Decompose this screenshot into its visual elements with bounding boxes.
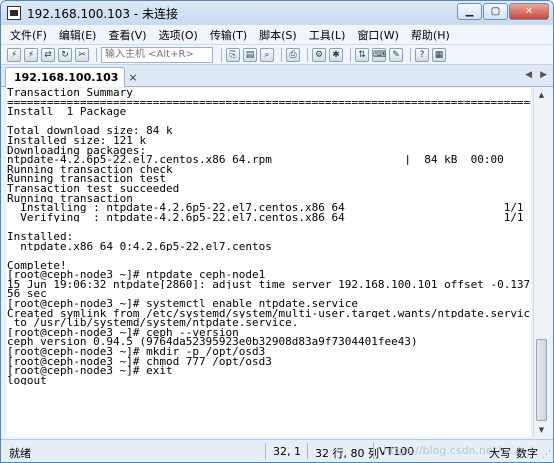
terminal-line: Transaction Summary xyxy=(7,88,133,98)
terminal-line: Install 1 Package xyxy=(7,107,127,117)
extra-icon[interactable]: ▦ xyxy=(432,47,446,62)
disconnect-icon[interactable]: ✂ xyxy=(75,47,89,62)
session-options-icon[interactable]: ⚙ xyxy=(312,47,326,62)
tab-bar: 192.168.100.103 × ◀ ▶ xyxy=(1,65,553,87)
resize-grip-icon[interactable]: ⋰ xyxy=(542,450,551,460)
paste-icon[interactable]: ▤ xyxy=(243,47,257,62)
terminal-line: [root@ceph-node3 ~]# exit xyxy=(7,366,173,376)
status-caps: 大写 xyxy=(489,447,511,460)
host-input[interactable] xyxy=(101,46,213,63)
terminal-line: [root@ceph-node3 ~]# ntpdate ceph-node1 xyxy=(7,270,266,280)
status-num: 数字 xyxy=(516,447,538,460)
terminal-line: Complete! xyxy=(7,260,67,271)
script-icon[interactable]: ✎ xyxy=(389,47,403,62)
help-icon[interactable]: ? xyxy=(415,47,429,62)
global-options-icon[interactable]: ✱ xyxy=(329,47,343,62)
menu-help[interactable]: 帮助(H) xyxy=(405,27,456,43)
terminal-line: [root@ceph-node3 ~]# ceph --version xyxy=(7,327,239,338)
toolbar-separator xyxy=(350,47,351,62)
maximize-button[interactable]: ▢ xyxy=(483,3,508,20)
menu-script[interactable]: 脚本(S) xyxy=(253,27,303,43)
terminal-line: 15 Jun 19:06:32 ntpdate[2860]: adjust ti… xyxy=(7,279,531,290)
toolbar-separator xyxy=(281,47,282,62)
terminal-line: Running transaction xyxy=(7,193,133,204)
tab-close-icon[interactable]: × xyxy=(128,71,137,84)
terminal-line: Installing : ntpdate-4.2.6p5-22.el7.cent… xyxy=(7,203,524,213)
toolbar-separator xyxy=(221,47,222,62)
tab-session[interactable]: 192.168.100.103 × xyxy=(5,67,138,87)
terminal-line: [root@ceph-node3 ~]# chmod 777 /opt/osd3 xyxy=(7,356,272,367)
terminal-line: Total download size: 84 k xyxy=(7,126,173,136)
status-divider xyxy=(307,443,308,459)
terminal-line: Running transaction check xyxy=(7,164,173,175)
status-bar: 就绪 32, 1 32 行, 80 列 VT100 https://blog.c… xyxy=(1,439,553,462)
menu-edit[interactable]: 编辑(E) xyxy=(53,27,103,43)
tab-label: 192.168.100.103 xyxy=(14,71,119,84)
terminal-line: Downloading packages: xyxy=(7,145,147,156)
sftp-icon[interactable]: ⇅ xyxy=(355,47,369,62)
toolbar-separator xyxy=(96,47,97,62)
tab-next-icon[interactable]: ▶ xyxy=(540,70,547,80)
terminal-line: ========================================… xyxy=(7,97,531,108)
close-button[interactable]: ✕ xyxy=(509,3,549,20)
terminal-line: to /usr/lib/systemd/system/ntpdate.servi… xyxy=(7,318,299,328)
terminal-line: ntpdate.x86_64 0:4.2.6p5-22.el7.centos xyxy=(7,241,272,252)
window-title: 192.168.100.103 - 未连接 xyxy=(27,6,179,21)
tab-prev-icon[interactable]: ◀ xyxy=(525,70,532,80)
status-divider xyxy=(265,443,266,459)
menu-window[interactable]: 窗口(W) xyxy=(351,27,404,43)
terminal-line: Verifying : ntpdate-4.2.6p5-22.el7.cento… xyxy=(7,212,524,223)
scrollbar-thumb[interactable] xyxy=(536,339,547,421)
status-cursor-position: 32, 1 xyxy=(273,445,301,458)
terminal-line: [root@ceph-node3 ~]# mkdir -p /opt/osd3 xyxy=(7,347,266,357)
terminal-line: 56 sec xyxy=(7,289,47,300)
scroll-down-icon[interactable]: ▼ xyxy=(534,423,549,437)
quick-connect-icon[interactable]: ⚡ xyxy=(24,47,38,62)
terminal-output[interactable]: Transaction Summary =====================… xyxy=(7,88,531,437)
menu-transfer[interactable]: 传输(T) xyxy=(204,27,253,43)
connect-icon[interactable]: ⚡ xyxy=(7,47,21,62)
find-icon[interactable]: ⌕ xyxy=(260,47,274,62)
minimize-button[interactable]: ▁ xyxy=(457,3,482,20)
terminal-line: Transaction test succeeded xyxy=(7,183,180,194)
menu-file[interactable]: 文件(F) xyxy=(4,27,53,43)
menu-bar: 文件(F) 编辑(E) 查看(V) 选项(O) 传输(T) 脚本(S) 工具(L… xyxy=(1,25,553,45)
terminal-line: logout xyxy=(7,375,47,386)
terminal-line: ntpdate-4.2.6p5-22.el7.centos.x86_64.rpm… xyxy=(7,155,504,165)
window-controls: ▁ ▢ ✕ xyxy=(456,3,549,20)
terminal-line: ceph version 0.94.5 (9764da52395923e0b32… xyxy=(7,337,418,348)
toolbar: ⚡ ⚡ ⇄ ↻ ✂ ⎘ ▤ ⌕ ⎙ ⚙ ✱ ⇅ ⌨ ✎ ? ▦ xyxy=(1,45,553,65)
connect-tab-icon[interactable]: ⇄ xyxy=(41,47,55,62)
tab-navigation: ◀ ▶ xyxy=(525,70,547,80)
terminal-window: 192.168.100.103 - 未连接 ▁ ▢ ✕ 文件(F) 编辑(E) … xyxy=(0,0,554,463)
reconnect-icon[interactable]: ↻ xyxy=(58,47,72,62)
menu-view[interactable]: 查看(V) xyxy=(102,27,152,43)
vertical-scrollbar[interactable]: ▲ ▼ xyxy=(533,88,549,437)
terminal-line: [root@ceph-node3 ~]# systemctl enable nt… xyxy=(7,299,358,309)
menu-tools[interactable]: 工具(L) xyxy=(303,27,352,43)
app-icon xyxy=(7,6,21,20)
keymap-icon[interactable]: ⌨ xyxy=(372,47,386,62)
title-bar[interactable]: 192.168.100.103 - 未连接 ▁ ▢ ✕ xyxy=(1,1,553,25)
terminal-line: Installed: xyxy=(7,231,74,242)
terminal-line: Running transaction test xyxy=(7,174,166,184)
toolbar-separator xyxy=(410,47,411,62)
scroll-up-icon[interactable]: ▲ xyxy=(534,88,549,102)
print-icon[interactable]: ⎙ xyxy=(286,47,300,62)
status-ready: 就绪 xyxy=(9,447,31,460)
status-divider xyxy=(373,443,374,459)
copy-icon[interactable]: ⎘ xyxy=(226,47,240,62)
toolbar-separator xyxy=(307,47,308,62)
terminal-line: Created symlink from /etc/systemd/system… xyxy=(7,308,531,319)
menu-options[interactable]: 选项(O) xyxy=(153,27,204,43)
status-rows-cols: 32 行, 80 列 xyxy=(315,447,379,460)
terminal-line: Installed size: 121 k xyxy=(7,135,147,146)
